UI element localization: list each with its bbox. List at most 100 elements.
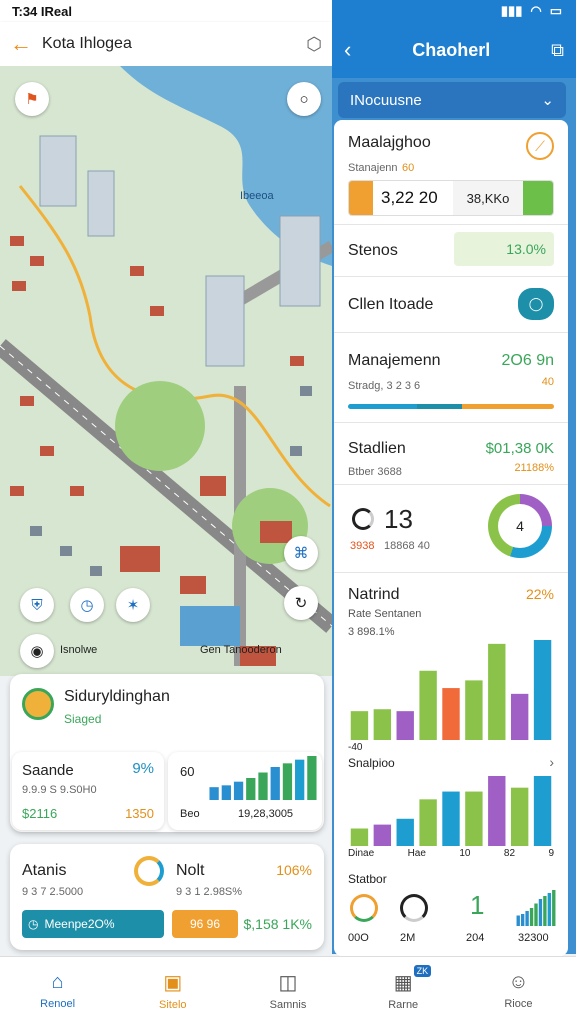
back-chevron-icon[interactable]: ‹ [344,37,351,63]
chart-bar [543,896,547,926]
chart2-x-label: Hae [407,848,426,859]
toggle-switch[interactable]: ◯ [518,288,554,320]
station-big-value: 13 [384,504,413,534]
edit-icon[interactable]: ⟋ [526,132,554,160]
bottom-x4: 32300 [518,932,549,944]
ring-icon [134,856,164,886]
bottom-nav: ⌂ Renoel ▣ Sitelo ◫ Samnis ▦ ZK Rarne ☺ Rioce [0,956,576,1024]
station-value: $01,38 0K [485,440,554,457]
back-arrow-icon[interactable]: ← [10,31,32,57]
summary-subtitle: Stanajenn [348,162,398,174]
category-dropdown[interactable]: INocuusne ⌄ [338,82,566,118]
layers-icon[interactable]: ⬡ [306,34,322,55]
map-clock-button[interactable]: ◷ [70,588,104,622]
nav-item-calendar[interactable]: ▦ ZK Rarne [346,957,461,1024]
mini-value: 60 [180,764,195,779]
wifi-icon: ◠ [530,3,542,18]
nav-item-profile[interactable]: ☺ Rioce [461,957,576,1024]
chart2-x-axis: Dinae Hae 10 82 9 [348,848,554,859]
chart-bar [350,828,369,846]
chart-bar [233,781,244,800]
summary-card[interactable]: Siduryldinghan Siaged Saande 9% 9.9.9 S … [10,674,324,832]
map-shield-button[interactable]: ⛨ [20,588,54,622]
chart-bar [270,767,280,800]
right-title: Chaoherl [412,39,491,60]
chart-bar [419,799,437,846]
mini-x1: Beo [180,808,200,820]
chart-bar [529,908,534,926]
chart-bar [525,911,529,926]
stat1-sub: 9.9.9 S 9.S0H0 [22,784,97,796]
map-flag-button[interactable]: ⚑ [15,82,49,116]
nav-item-chat[interactable]: ▣ Sitelo [115,957,230,1024]
chart1-sub1: Rate Sentanen [348,608,422,620]
chart-bar [510,787,529,846]
chart-bar [396,818,414,846]
nav-item-home[interactable]: ⌂ Renoel [0,957,115,1024]
bottom-g1: 00O [348,932,369,944]
donut-center: 4 [498,504,542,548]
map-layer-button[interactable]: ⌘ [284,536,318,570]
chart2-x-label: 9 [548,848,554,859]
chart-bar [282,763,293,800]
stat1-value: $2116 [22,806,58,821]
chart2-x-label: 82 [503,848,516,859]
chart1-axis-zero: -40 [348,742,363,753]
mini-bar-chart [209,756,317,800]
inner-box-right: 60 Beo 19,28,3005 [168,752,322,830]
bottom-row-label: Statbor [348,872,387,886]
chart1-label: Natrind [348,586,400,603]
chevron-right-icon[interactable]: › [549,754,554,770]
chart-bar [295,759,305,800]
mini-x2: 19,28,3005 [238,808,294,820]
chat-icon: ▣ [163,972,183,994]
summary-subtitle-row: Stanajenn 60 [348,158,554,176]
chart-bar [373,824,392,846]
chart-bar [516,915,520,926]
chip-right: 38,KKo [453,181,523,215]
management-sub-value: 40 [541,376,554,388]
secondary-action-button[interactable]: 96 96 [172,910,238,938]
chart-bar [533,640,552,740]
value-chip[interactable]: 3,22 20 38,KKo [348,180,554,216]
chart-bar [547,893,552,926]
card2-value: $,158 1K% [243,916,313,932]
nav-label: Renoel [40,998,76,1010]
status-bar-left: T:34 IReal [0,0,332,22]
map-label-bottom: Isnolwe [60,644,98,656]
signal-icon: ▮▮▮ [500,3,523,18]
map-locate-button[interactable]: ○ [287,82,321,116]
map-pin-button[interactable]: ◉ [20,634,54,668]
chart-bar [246,778,256,800]
nav-item-message[interactable]: ◫ Samnis [230,957,345,1024]
share-icon[interactable]: ⧉ [551,40,564,61]
dashboard-panel: Maalajghoo ⟋ Stanajenn 60 3,22 20 38,KKo… [334,120,568,956]
status-value-box: 13.0% [454,232,554,266]
summary-title: Maalajghoo [348,134,431,151]
chart-bar [552,890,556,926]
bottom-g2: 2M [400,932,416,944]
bottom-x3: 204 [466,932,485,944]
map-star-button[interactable]: ✶ [116,588,150,622]
right-app-bar: ‹ Chaoherl ⧉ [332,22,576,78]
chart-bar [488,776,506,846]
nav-badge: ZK [413,965,432,977]
map-rotate-button[interactable]: ↻ [284,586,318,620]
status-value: 13.0% [506,241,546,257]
city-map[interactable]: ⚑ ○ ⌘ ↻ ⛨ ◷ ✶ ◉ Ibeeoa Isnolwe Gen Tanoo… [0,66,332,676]
calendar-icon: ▦ [393,972,413,994]
chart2-x-label: Dinae [348,848,375,859]
management-sub: Stradg, 3 2 3 6 [348,380,421,392]
detail-card[interactable]: Atanis 9 3 7 2.5000 Nolt 106% 9 3 1 2.98… [10,844,324,950]
primary-action-button[interactable]: ◷ Meenpe2O% [22,910,164,938]
primary-action-label: Meenpe2O% [44,917,115,931]
chart2-x-label: 10 [459,848,471,859]
chip-value: 3,22 20 [381,188,438,207]
chart-bar [465,791,483,846]
chart-bar [258,772,268,800]
atanis-sub: 9 3 7 2.5000 [22,886,84,898]
chart-bar [221,785,231,800]
home-icon: ⌂ [51,971,64,993]
card-subtitle: Siaged [64,712,102,726]
bar-chart-3 [516,890,556,926]
